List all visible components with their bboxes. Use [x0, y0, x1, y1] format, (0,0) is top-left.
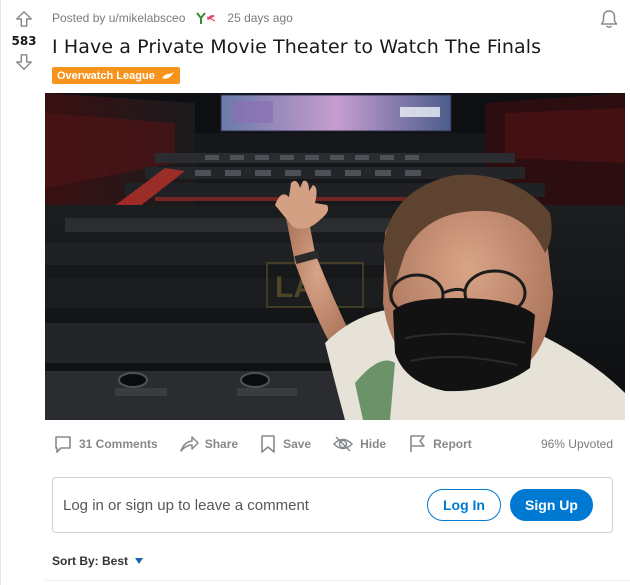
upvote-button[interactable]: [13, 8, 35, 30]
sort-label: Sort By: Best: [52, 554, 129, 568]
post-image[interactable]: LA: [45, 93, 625, 420]
caret-down-icon: [135, 558, 144, 564]
upvote-ratio: 96% Upvoted: [540, 437, 613, 451]
flair-label: Overwatch League: [57, 69, 155, 82]
upvote-icon: [16, 11, 32, 27]
login-button[interactable]: Log In: [427, 489, 501, 521]
post-meta: Posted by u/mikelabsceo 25 days ago: [52, 11, 293, 25]
share-icon: [179, 436, 199, 452]
downvote-button[interactable]: [13, 51, 35, 73]
report-label: Report: [433, 437, 472, 451]
sort-dropdown[interactable]: Sort By: Best: [52, 554, 144, 568]
save-icon: [261, 435, 275, 453]
share-label: Share: [204, 437, 239, 451]
notification-bell-icon[interactable]: [598, 8, 620, 30]
report-icon: [410, 435, 425, 452]
vote-count: 583: [11, 34, 37, 48]
award-badges[interactable]: [195, 11, 217, 25]
save-label: Save: [283, 437, 312, 451]
hide-button[interactable]: Hide: [332, 434, 386, 454]
post-flair[interactable]: Overwatch League: [52, 67, 180, 84]
report-button[interactable]: Report: [407, 434, 472, 454]
hide-icon: [333, 436, 354, 452]
post-container: 583 Posted by u/mikelabsceo 25 days ago …: [0, 0, 630, 585]
vote-column: 583: [7, 8, 41, 73]
post-age: 25 days ago: [227, 11, 293, 25]
theater-selfie-image: LA: [45, 93, 625, 420]
flair-logo-icon: [161, 71, 174, 79]
comment-login-prompt: Log in or sign up to leave a comment Log…: [52, 477, 613, 533]
comments-button[interactable]: 31 Comments: [53, 434, 158, 454]
post-author[interactable]: Posted by u/mikelabsceo: [52, 11, 185, 25]
downvote-icon: [16, 54, 32, 70]
comments-count: 31 Comments: [79, 437, 158, 451]
divider: [45, 580, 630, 581]
share-button[interactable]: Share: [179, 434, 238, 454]
comment-prompt-text: Log in or sign up to leave a comment: [63, 496, 309, 514]
post-title[interactable]: I Have a Private Movie Theater to Watch …: [52, 36, 541, 58]
signup-button[interactable]: Sign Up: [510, 489, 593, 521]
hide-label: Hide: [360, 437, 387, 451]
award-icon: [196, 12, 216, 24]
post-actions: 31 Comments Share Save Hide Report 96% U…: [53, 432, 613, 456]
save-button[interactable]: Save: [259, 434, 311, 454]
comment-icon: [55, 436, 71, 453]
